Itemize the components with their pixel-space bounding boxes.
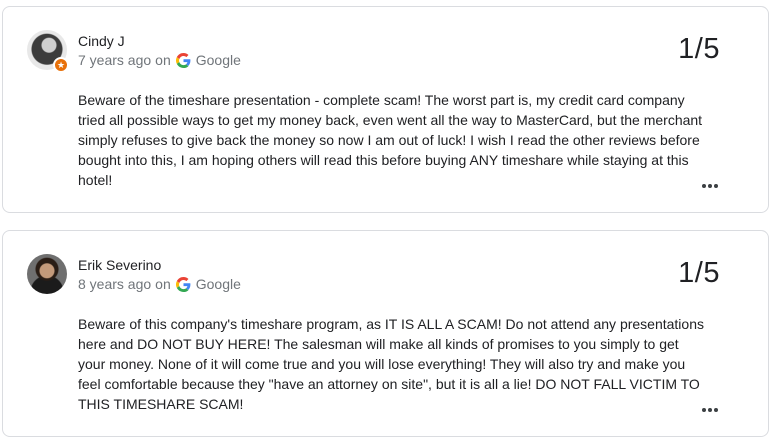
review-card: Erik Severino 8 years ago on Google 1/5 … xyxy=(2,230,769,437)
review-meta: 8 years ago on Google xyxy=(78,276,241,292)
review-source[interactable]: Google xyxy=(196,52,241,68)
review-source[interactable]: Google xyxy=(196,276,241,292)
review-text: Beware of this company's timeshare progr… xyxy=(78,316,704,412)
more-options-icon xyxy=(708,184,712,188)
local-guide-star-icon: ★ xyxy=(53,57,69,73)
review-meta: 7 years ago on Google xyxy=(78,52,241,68)
review-rating: 1/5 xyxy=(678,33,720,65)
google-logo-icon xyxy=(175,276,191,292)
review-time: 7 years ago xyxy=(78,52,152,68)
review-rating: 1/5 xyxy=(678,257,720,289)
review-list: ★ Cindy J 7 years ago on Google 1/5 Bewa… xyxy=(0,0,778,443)
more-options-button[interactable] xyxy=(698,181,722,191)
more-options-icon xyxy=(702,408,706,412)
more-options-icon xyxy=(714,184,718,188)
more-options-icon xyxy=(708,408,712,412)
reviewer-name[interactable]: Cindy J xyxy=(78,33,125,49)
review-card: ★ Cindy J 7 years ago on Google 1/5 Bewa… xyxy=(2,6,769,213)
more-options-button[interactable] xyxy=(698,405,722,415)
more-options-icon xyxy=(702,184,706,188)
reviewer-name[interactable]: Erik Severino xyxy=(78,257,161,273)
review-source-prefix: on xyxy=(155,52,171,68)
review-text: Beware of the timeshare presentation - c… xyxy=(78,92,703,188)
more-options-icon xyxy=(714,408,718,412)
review-time: 8 years ago xyxy=(78,276,152,292)
review-source-prefix: on xyxy=(155,276,171,292)
google-logo-icon xyxy=(175,52,191,68)
avatar[interactable] xyxy=(27,254,67,294)
